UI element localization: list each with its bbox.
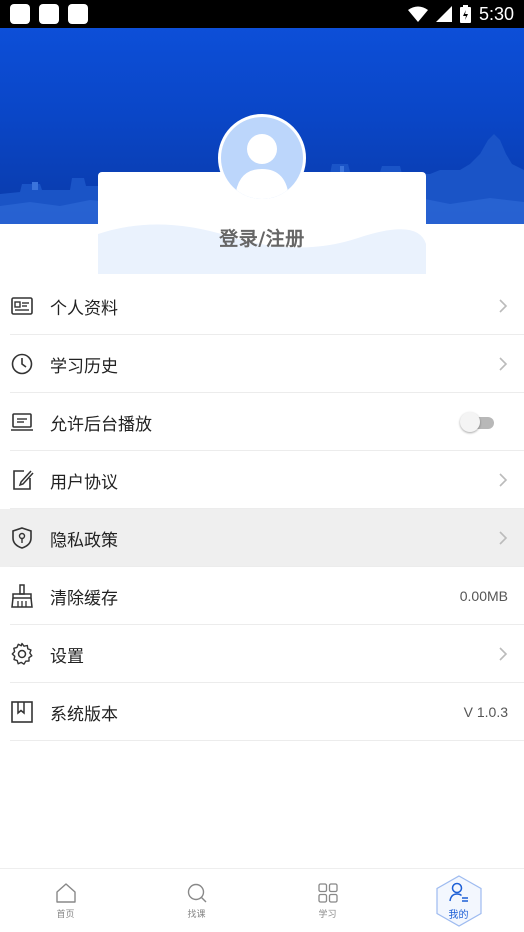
avatar[interactable] bbox=[218, 114, 306, 202]
notification-icon bbox=[10, 4, 30, 24]
menu-item-clear-cache[interactable]: 清除缓存 0.00MB bbox=[0, 567, 524, 625]
shield-icon bbox=[12, 527, 32, 549]
wifi-icon bbox=[407, 6, 428, 22]
home-icon bbox=[55, 883, 76, 903]
laptop-icon bbox=[11, 413, 33, 431]
notification-icon bbox=[39, 4, 59, 24]
search-icon bbox=[187, 883, 206, 903]
tab-label: 首页 bbox=[56, 910, 75, 920]
version-value: V 1.0.3 bbox=[463, 704, 508, 720]
menu-item-privacy-policy[interactable]: 隐私政策 bbox=[0, 509, 524, 567]
system-status: 5:30 bbox=[407, 3, 514, 25]
broom-icon bbox=[11, 584, 33, 608]
tab-mine[interactable]: 我的 bbox=[393, 869, 524, 932]
menu-item-user-agreement[interactable]: 用户协议 bbox=[0, 451, 524, 509]
tab-home[interactable]: 首页 bbox=[0, 869, 131, 932]
tab-label: 学习 bbox=[318, 910, 337, 920]
menu-item-label: 设置 bbox=[50, 646, 84, 667]
menu-item-profile[interactable]: 个人资料 bbox=[0, 277, 524, 335]
menu-item-label: 清除缓存 bbox=[50, 588, 118, 609]
edit-icon bbox=[13, 470, 34, 490]
tab-find-course[interactable]: 找课 bbox=[131, 869, 262, 932]
menu-item-label: 允许后台播放 bbox=[50, 414, 152, 435]
bottom-tab-bar: 首页 找课 学习 我的 bbox=[0, 868, 524, 932]
menu-item-label: 用户协议 bbox=[50, 472, 118, 493]
settings-menu: 个人资料 学习历史 允许后台播放 用户协议 隐私政策 清除缓存 0.00MB 设… bbox=[0, 277, 524, 741]
chevron-right-icon bbox=[499, 531, 508, 545]
chevron-right-icon bbox=[499, 299, 508, 313]
chevron-right-icon bbox=[499, 473, 508, 487]
battery-icon bbox=[459, 5, 471, 23]
status-bar: 5:30 bbox=[0, 0, 524, 28]
menu-item-label: 系统版本 bbox=[50, 704, 118, 725]
menu-item-system-version: 系统版本 V 1.0.3 bbox=[0, 683, 524, 741]
tab-study[interactable]: 学习 bbox=[262, 869, 393, 932]
menu-item-history[interactable]: 学习历史 bbox=[0, 335, 524, 393]
menu-item-label: 学习历史 bbox=[50, 356, 118, 377]
menu-item-label: 隐私政策 bbox=[50, 530, 118, 551]
background-play-toggle[interactable] bbox=[460, 412, 496, 432]
chevron-right-icon bbox=[499, 647, 508, 661]
notification-icon bbox=[68, 4, 88, 24]
chevron-right-icon bbox=[499, 357, 508, 371]
grid-icon bbox=[317, 883, 338, 903]
tab-label: 找课 bbox=[187, 910, 206, 920]
clock-text: 5:30 bbox=[478, 3, 514, 24]
toggle-knob bbox=[460, 412, 480, 432]
notification-icons bbox=[10, 4, 88, 24]
menu-item-background-play: 允许后台播放 bbox=[0, 393, 524, 451]
login-register-link[interactable]: 登录/注册 bbox=[98, 224, 426, 251]
id-card-icon bbox=[11, 297, 33, 315]
tab-label: 我的 bbox=[448, 910, 469, 921]
menu-item-label: 个人资料 bbox=[50, 298, 118, 319]
gear-icon bbox=[11, 642, 33, 665]
signal-icon bbox=[435, 6, 452, 22]
default-user-icon bbox=[235, 134, 289, 199]
user-icon bbox=[448, 882, 468, 902]
cache-size-value: 0.00MB bbox=[459, 588, 508, 604]
bookmark-icon bbox=[11, 701, 33, 723]
menu-item-settings[interactable]: 设置 bbox=[0, 625, 524, 683]
clock-icon bbox=[11, 353, 33, 375]
